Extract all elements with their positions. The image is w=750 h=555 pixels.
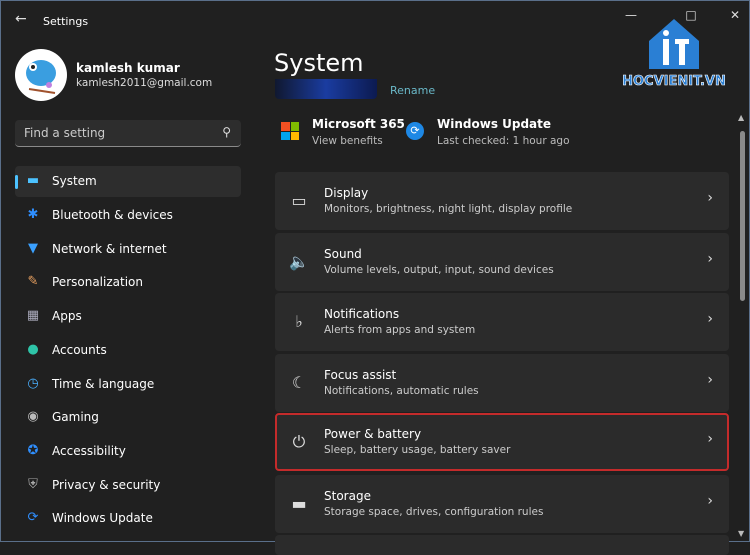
window-title: Settings [43, 15, 89, 28]
scroll-up-button[interactable]: ▲ [738, 113, 744, 122]
active-indicator [15, 175, 18, 189]
svg-text:HOCVIENIT.VN: HOCVIENIT.VN [622, 74, 726, 89]
chevron-right-icon: › [707, 311, 713, 327]
monitor-icon: ▬ [26, 173, 40, 188]
sidebar-item-time-language[interactable]: ◷ Time & language [15, 369, 241, 400]
rename-link[interactable]: Rename [390, 84, 435, 97]
card-subtitle: Notifications, automatic rules [324, 385, 479, 397]
card-focus-assist[interactable]: ☾ Focus assist Notifications, automatic ru… [275, 354, 729, 412]
sidebar-item-network[interactable]: ▼ Network & internet [15, 234, 241, 265]
user-email: kamlesh2011@gmail.com [76, 77, 213, 89]
display-icon: ▭ [291, 191, 307, 210]
power-icon: ⏻ [292, 432, 306, 451]
card-title: Storage [324, 489, 371, 503]
moon-icon: ☾ [291, 373, 307, 392]
sidebar-item-label: Privacy & security [52, 478, 161, 492]
chevron-right-icon: › [707, 493, 713, 509]
update-icon: ⟳ [27, 510, 39, 525]
desktop-thumbnail [275, 79, 377, 99]
microsoft-365-icon [281, 122, 299, 140]
chevron-right-icon: › [707, 372, 713, 388]
card-subtitle: Sleep, battery usage, battery saver [324, 444, 511, 456]
scrollbar-thumb[interactable] [740, 131, 745, 301]
windows-update-link[interactable]: Windows Update [437, 117, 551, 131]
accessibility-icon: ✪ [27, 443, 39, 458]
sidebar-item-label: Accounts [52, 343, 107, 357]
shield-icon: ⛨ [28, 477, 38, 492]
sidebar-item-apps[interactable]: ▦ Apps [15, 301, 241, 332]
chevron-right-icon: › [707, 190, 713, 206]
storage-icon: ▬ [291, 494, 307, 513]
sidebar-item-privacy[interactable]: ⛨ Privacy & security [15, 470, 241, 501]
card-title: Display [324, 186, 369, 200]
search-placeholder: Find a setting [24, 126, 106, 140]
card-sound[interactable]: 🔈 Sound Volume levels, output, input, soun… [275, 233, 729, 291]
windows-update-sub: Last checked: 1 hour ago [437, 135, 570, 147]
sidebar-item-label: Gaming [52, 410, 99, 424]
sidebar-item-accounts[interactable]: ● Accounts [15, 335, 241, 366]
sidebar-item-label: Time & language [52, 377, 155, 391]
brush-icon: ✎ [27, 274, 39, 289]
card-power-battery[interactable]: ⏻ Power & battery Sleep, battery usage, ba… [275, 413, 729, 471]
sidebar-item-label: Network & internet [52, 242, 167, 256]
sidebar-item-label: System [52, 174, 97, 188]
card-display[interactable]: ▭ Display Monitors, brightness, night ligh… [275, 172, 729, 230]
scroll-down-button[interactable]: ▼ [738, 529, 744, 538]
person-icon: ● [27, 342, 39, 357]
sidebar-item-windows-update[interactable]: ⟳ Windows Update [15, 503, 241, 534]
card-notifications[interactable]: ♭ Notifications Alerts from apps and syste… [275, 293, 729, 351]
windows-update-icon: ⟳ [406, 122, 424, 140]
card-subtitle: Monitors, brightness, night light, displ… [324, 203, 573, 215]
apps-icon: ▦ [26, 308, 40, 323]
bluetooth-icon: ✱ [27, 207, 39, 222]
avatar[interactable] [15, 49, 67, 101]
sidebar-item-label: Bluetooth & devices [52, 208, 173, 222]
card-title: Notifications [324, 307, 400, 321]
sidebar-item-bluetooth[interactable]: ✱ Bluetooth & devices [15, 200, 241, 231]
back-button[interactable]: ← [15, 11, 27, 27]
card-subtitle: Volume levels, output, input, sound devi… [324, 264, 554, 276]
clock-globe-icon: ◷ [27, 376, 39, 391]
card-title: Sound [324, 247, 362, 261]
search-input[interactable]: Find a setting ⚲ [15, 120, 241, 147]
card-subtitle: Storage space, drives, configuration rul… [324, 506, 544, 518]
card-subtitle: Alerts from apps and system [324, 324, 476, 336]
microsoft-365-sub: View benefits [312, 135, 383, 147]
sidebar-item-accessibility[interactable]: ✪ Accessibility [15, 436, 241, 467]
card-title: Power & battery [324, 427, 422, 441]
card-next[interactable] [275, 535, 729, 555]
chevron-right-icon: › [707, 251, 713, 267]
chevron-right-icon: › [707, 431, 713, 447]
sidebar-item-gaming[interactable]: ◉ Gaming [15, 402, 241, 433]
card-title: Focus assist [324, 368, 397, 382]
page-title: System [274, 49, 364, 77]
card-storage[interactable]: ▬ Storage Storage space, drives, configura… [275, 475, 729, 533]
sidebar-item-system[interactable]: ▬ System [15, 166, 241, 197]
sidebar-item-label: Apps [52, 309, 82, 323]
gamepad-icon: ◉ [27, 409, 39, 424]
sidebar-item-label: Windows Update [52, 511, 153, 525]
user-name: kamlesh kumar [76, 61, 180, 75]
bell-icon: ♭ [295, 312, 303, 331]
search-icon: ⚲ [222, 125, 231, 139]
sidebar-item-personalization[interactable]: ✎ Personalization [15, 267, 241, 298]
microsoft-365-link[interactable]: Microsoft 365 [312, 117, 405, 131]
speaker-icon: 🔈 [289, 252, 309, 271]
watermark-logo: HOCVIENIT.VN [619, 11, 729, 91]
sidebar-item-label: Accessibility [52, 444, 126, 458]
wifi-icon: ▼ [28, 241, 38, 256]
sidebar-item-label: Personalization [52, 275, 143, 289]
